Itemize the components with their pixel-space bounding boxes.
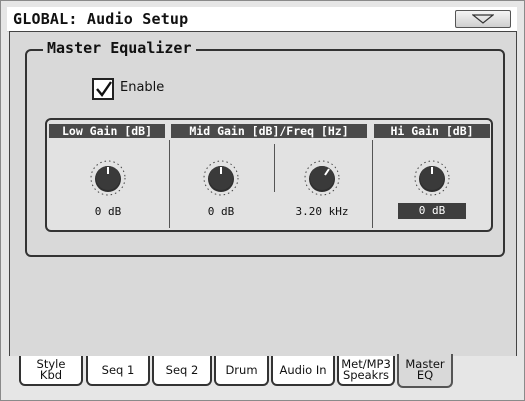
- tab-audio-in[interactable]: Audio In: [271, 356, 335, 386]
- tab-seq-1[interactable]: Seq 1: [86, 356, 150, 386]
- mid-gain-knob[interactable]: [201, 158, 241, 198]
- triangle-down-icon: [472, 14, 494, 24]
- tab-drum[interactable]: Drum: [214, 356, 269, 386]
- title-bar: GLOBAL: Audio Setup: [7, 7, 517, 32]
- low-gain-header: Low Gain [dB]: [49, 124, 165, 138]
- tab-master-eq[interactable]: Master EQ: [397, 354, 453, 388]
- checkmark-icon: [96, 81, 112, 97]
- column-divider: [169, 140, 170, 228]
- page-menu-button[interactable]: [455, 10, 511, 28]
- enable-label[interactable]: Enable: [120, 80, 164, 95]
- hi-gain-value: 0 dB: [398, 203, 466, 219]
- audio-setup-screen: GLOBAL: Audio Setup Master Equalizer Ena…: [0, 0, 525, 401]
- low-gain-value: 0 dB: [94, 205, 122, 218]
- tab-bar: Style Kbd Seq 1 Seq 2 Drum Audio In Met/…: [9, 354, 517, 389]
- tab-style-kbd[interactable]: Style Kbd: [19, 356, 83, 386]
- tab-met-mp3-speakers[interactable]: Met/MP3 Speakrs: [337, 356, 395, 386]
- low-gain-knob[interactable]: [88, 158, 128, 198]
- tab-seq-2[interactable]: Seq 2: [152, 356, 212, 386]
- mid-gain-value: 0 dB: [207, 205, 235, 218]
- hi-gain-header: Hi Gain [dB]: [374, 124, 490, 138]
- mid-gain-freq-header: Mid Gain [dB]/Freq [Hz]: [171, 124, 367, 138]
- mid-frequency-value: 3.20 kHz: [295, 205, 349, 218]
- column-divider: [274, 144, 275, 192]
- mid-frequency-knob[interactable]: [302, 158, 342, 198]
- group-title: Master Equalizer: [43, 39, 196, 57]
- enable-checkbox[interactable]: [92, 78, 114, 100]
- column-divider: [372, 140, 373, 228]
- hi-gain-knob[interactable]: [412, 158, 452, 198]
- page-title: GLOBAL: Audio Setup: [13, 10, 189, 28]
